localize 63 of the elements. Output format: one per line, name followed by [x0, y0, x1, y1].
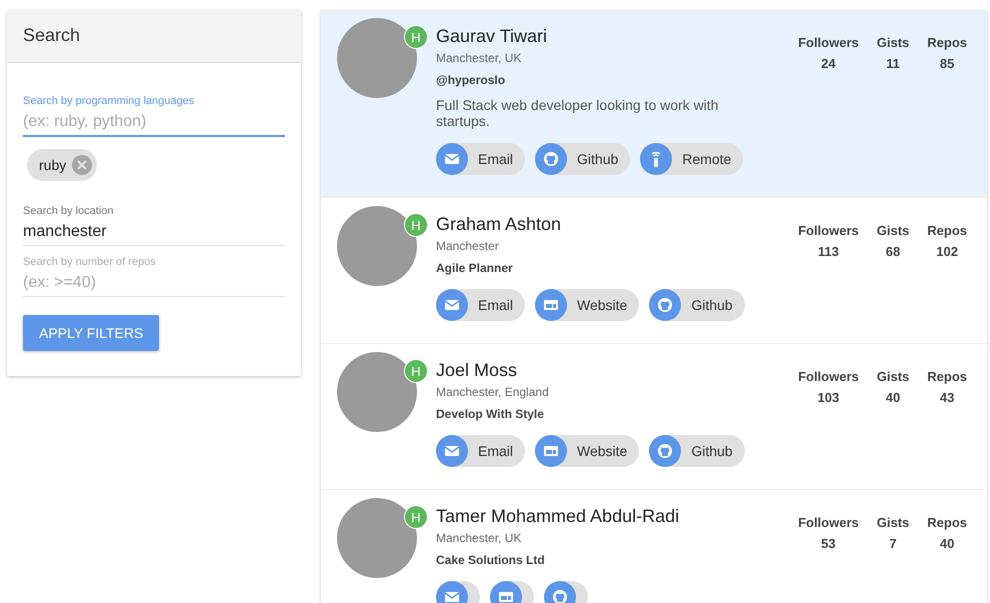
user-row[interactable]: H Graham Ashton Manchester Agile Planner Email Website Github Followers 113 Gists 68 Repos 102 [321, 198, 987, 344]
stat-value: 113 [818, 244, 839, 259]
github-icon [550, 587, 570, 603]
link-chip[interactable]: Email [436, 435, 526, 467]
user-name: Gaurav Tiwari [436, 26, 548, 47]
card-title: Search [7, 10, 301, 63]
link-chip[interactable]: Github [649, 435, 745, 467]
field-label: Search by location [23, 205, 114, 217]
stat-value: 103 [818, 390, 840, 405]
user-company: Agile Planner [436, 261, 514, 275]
stat-label: Followers [798, 223, 859, 238]
user-company: Develop With Style [436, 407, 545, 421]
stat-label: Repos [927, 223, 967, 238]
user-name: Tamer Mohammed Abdul-Radi [436, 506, 680, 527]
link-chip[interactable]: Github [649, 289, 745, 321]
link-chip[interactable]: Email [436, 143, 526, 175]
link-chip[interactable]: Remote [640, 143, 744, 175]
chip-label: ruby [39, 157, 66, 173]
stat-value: 24 [821, 56, 836, 71]
stat-value: 40 [886, 390, 900, 405]
stat-value: 40 [940, 536, 954, 551]
stat-label: Gists [876, 223, 910, 238]
input-field[interactable]: manchester [23, 223, 285, 246]
user-company: Cake Solutions Ltd [436, 553, 546, 567]
link-chip[interactable]: Email [436, 289, 526, 321]
stat-label: Followers [798, 369, 859, 384]
remove-icon[interactable] [72, 155, 92, 175]
user-location: Manchester [436, 239, 500, 253]
user-row[interactable]: H Tamer Mohammed Abdul-Radi Manchester, UK Cake Solutions Ltd Followers 53 Gists 7 Repos 40 [321, 490, 987, 603]
user-company: @hyperoslo [436, 73, 506, 87]
link-chip[interactable]: Github [535, 143, 630, 175]
stat-label: Repos [927, 35, 967, 50]
status-badge: H [404, 505, 428, 529]
stat-value: 68 [886, 244, 900, 259]
user-location: Manchester, England [436, 385, 550, 399]
stat-value: 7 [889, 536, 897, 551]
user-bio: Full Stack web developer looking to work with startups. [436, 97, 720, 129]
user-location: Manchester, UK [436, 531, 522, 545]
input-field[interactable]: (ex: ruby, python) [23, 113, 285, 137]
stat-label: Gists [876, 369, 910, 384]
status-badge: H [404, 359, 428, 383]
stat-value: 102 [936, 244, 958, 259]
stat-value: 43 [940, 390, 954, 405]
user-row[interactable]: H Gaurav Tiwari Manchester, UK @hyperoslo Full Stack web developer looking to work with startups. Email Github Remote Followers 24 Gists 11 Repos 85 [321, 10, 987, 198]
stat-value: 53 [821, 536, 836, 551]
field-label: Search by programming languages [23, 95, 196, 107]
stat-label: Repos [927, 369, 967, 384]
user-row[interactable]: H Joel Moss Manchester, England Develop With Style Email Website Github Followers 103 Gists 40 Repos 43 [321, 344, 987, 490]
status-badge: H [404, 25, 428, 49]
stat-label: Followers [798, 35, 859, 50]
field-label: Search by number of repos [23, 256, 157, 268]
stat-value: 85 [940, 56, 954, 71]
user-name: Joel Moss [436, 360, 518, 381]
stat-label: Repos [927, 515, 967, 530]
status-badge: H [404, 213, 428, 237]
user-location: Manchester, UK [436, 51, 522, 65]
stat-label: Gists [876, 35, 910, 50]
stat-value: 11 [886, 56, 900, 71]
stat-label: Gists [876, 515, 910, 530]
link-chip[interactable]: Website [535, 289, 640, 321]
link-chip[interactable]: Website [535, 435, 640, 467]
user-name: Graham Ashton [436, 214, 562, 235]
stat-label: Followers [798, 515, 859, 530]
